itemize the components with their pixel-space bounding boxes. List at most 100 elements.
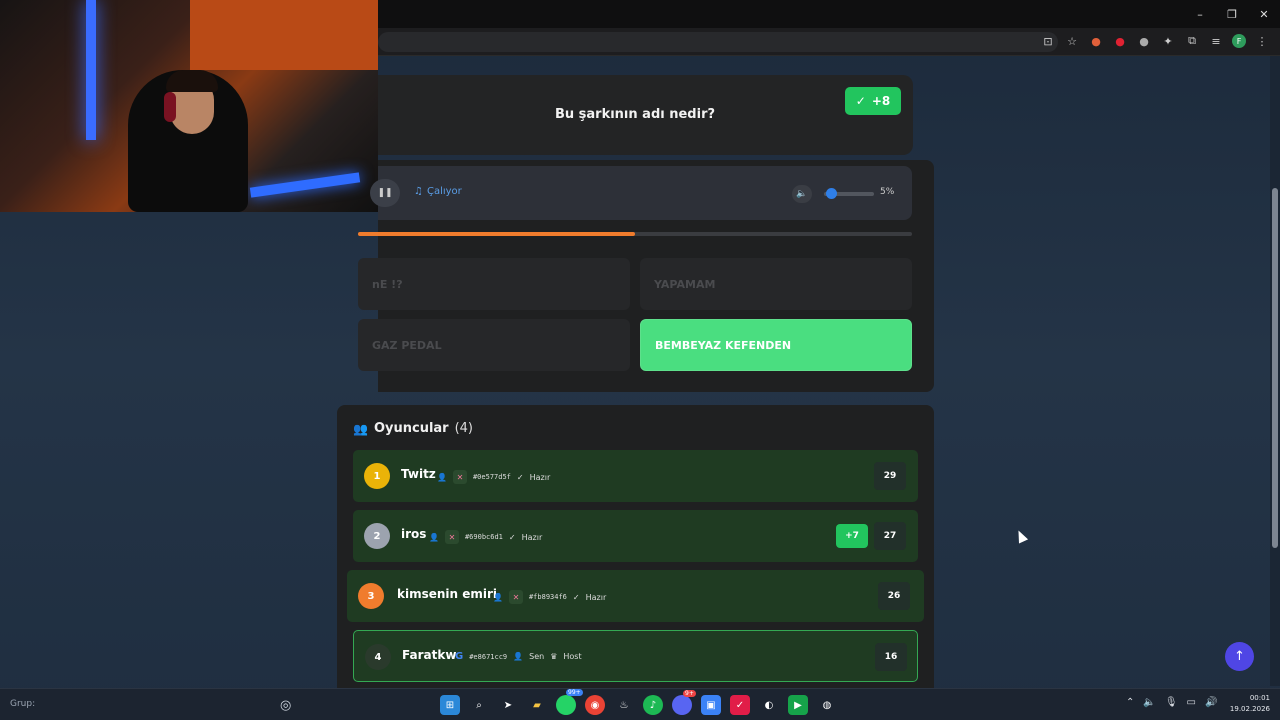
players-panel: 👥 Oyuncular (4) 1 Twitz 👤 ✕ #0e577d5f ✓ … — [337, 405, 934, 695]
user-icon: 👤 — [429, 532, 439, 542]
song-progress-bar — [358, 232, 912, 236]
player-status: Hazır — [521, 532, 543, 542]
player-row: 1 Twitz 👤 ✕ #0e577d5f ✓ Hazır 29 — [353, 450, 918, 502]
taskbar: Grup: ◎ ⊞ ⌕ ➤ ▰ 99+ ◉ ♨ ♪ 9+ ▣ ✓ ◐ ▶ ◍ ⌃… — [0, 688, 1280, 720]
chevron-up-icon[interactable]: ⌃ — [1126, 697, 1134, 708]
playing-status: ♫ Çalıyor — [414, 186, 462, 197]
player-name: Twitz — [401, 467, 436, 481]
fingerprint-icon[interactable]: ◎ — [280, 698, 291, 713]
answer-option-correct[interactable]: BEMBEYAZ KEFENDEN — [640, 319, 912, 371]
score-badge: ✓ +8 — [845, 87, 901, 115]
volume-icon[interactable]: 🔈 — [792, 185, 812, 203]
audio-player: ❚❚ ♫ Çalıyor 🔈 5% — [370, 166, 912, 220]
check-circle-icon: ✓ — [516, 472, 524, 482]
kick-user-icon[interactable]: ✕ — [508, 590, 523, 604]
discord-icon[interactable]: 9+ — [672, 690, 696, 715]
extension-icon[interactable]: ● — [1112, 32, 1128, 50]
profile-avatar[interactable]: F — [1232, 34, 1246, 48]
answer-option[interactable]: nE !? — [358, 258, 630, 310]
song-progress-fill — [358, 232, 635, 236]
player-id: #e8671cc9 — [469, 652, 508, 661]
player-id: #0e577d5f — [472, 473, 511, 481]
spotify-icon[interactable]: ♪ — [643, 695, 663, 715]
media-icon[interactable]: ≡ — [1208, 32, 1224, 50]
volume-percent: 5% — [880, 187, 895, 197]
extension-icon[interactable]: ● — [1088, 32, 1104, 50]
pause-icon: ❚❚ — [377, 188, 393, 198]
whatsapp-icon[interactable]: 99+ — [556, 689, 583, 715]
bookmark-star-icon[interactable]: ☆ — [1064, 32, 1080, 50]
user-icon: 👤 — [513, 652, 524, 661]
puzzle-icon[interactable]: ⧉ — [1184, 32, 1200, 50]
app-icon[interactable]: ◐ — [759, 695, 779, 715]
photos-icon[interactable]: ▣ — [701, 695, 721, 715]
system-tray: ⌃ 🔈 🎙 ▭ 🔊 — [1126, 697, 1217, 708]
app-icon[interactable]: ▶ — [788, 695, 808, 715]
rank-badge: 3 — [358, 583, 384, 609]
webcam-wall — [190, 0, 378, 70]
address-bar[interactable] — [378, 32, 1058, 52]
extension-icon[interactable]: ● — [1136, 32, 1152, 50]
kick-user-icon[interactable]: ✕ — [452, 470, 467, 484]
webcam-person-hair — [166, 70, 218, 92]
page-scrollbar[interactable] — [1270, 56, 1280, 686]
steam-icon[interactable]: ♨ — [614, 695, 634, 715]
check-icon: ✓ — [855, 94, 866, 108]
extension-icon[interactable]: ✦ — [1160, 32, 1176, 50]
chrome-icon[interactable]: ◉ — [585, 695, 605, 715]
answer-option[interactable]: GAZ PEDAL — [358, 319, 630, 371]
scrollbar-thumb[interactable] — [1272, 188, 1278, 548]
webcam-overlay — [0, 0, 378, 212]
webcam-led-strip — [249, 172, 361, 198]
game-panel: ❚❚ ♫ Çalıyor 🔈 5% nE !? YAPAMAM GAZ PEDA… — [358, 160, 934, 392]
rank-badge: 2 — [364, 523, 390, 549]
player-id: #690bc6d1 — [464, 533, 503, 541]
player-tags: 👤 ✕ #690bc6d1 ✓ Hazır — [429, 530, 542, 544]
score-value: +8 — [871, 94, 891, 108]
music-note-icon: ♫ — [414, 186, 423, 197]
start-icon[interactable]: ⊞ — [440, 695, 460, 715]
player-points: 16 — [875, 643, 907, 671]
player-status: Hazır — [529, 472, 551, 482]
kick-user-icon[interactable]: ✕ — [444, 530, 459, 544]
menu-icon[interactable]: ⋮ — [1254, 32, 1270, 50]
crown-icon: ♛ — [550, 652, 558, 661]
telegram-icon[interactable]: ➤ — [498, 695, 518, 715]
network-icon[interactable]: ▭ — [1187, 697, 1196, 708]
user-icon: 👤 — [493, 592, 503, 602]
volume-slider-handle[interactable] — [825, 188, 837, 199]
points-delta-badge: +7 — [836, 524, 868, 548]
volume-icon[interactable]: 🔊 — [1205, 697, 1217, 708]
file-explorer-icon[interactable]: ▰ — [527, 695, 547, 715]
rank-badge: 4 — [365, 644, 391, 670]
toolbar-icons: ⊡ ☆ ● ● ● ✦ ⧉ ≡ F ⋮ — [1040, 32, 1270, 50]
check-circle-icon: ✓ — [508, 532, 516, 542]
answer-option[interactable]: YAPAMAM — [640, 258, 912, 310]
search-icon[interactable]: ⌕ — [469, 695, 489, 715]
restore-icon[interactable]: ❐ — [1216, 0, 1248, 28]
pause-button[interactable]: ❚❚ — [370, 179, 400, 207]
speaker-icon[interactable]: 🔈 — [1143, 697, 1155, 708]
player-row-highlighted: 3 kimsenin emiri 👤 ✕ #fb8934f6 ✓ Hazır 2… — [347, 570, 924, 622]
taskbar-search-label[interactable]: Grup: — [10, 699, 35, 709]
system-clock[interactable]: 00:01 19.02.2026 — [1226, 693, 1270, 715]
scroll-to-top-button[interactable]: ↑ — [1225, 642, 1254, 671]
player-row: 2 iros 👤 ✕ #690bc6d1 ✓ Hazır +7 27 — [353, 510, 918, 562]
player-tags: 👤 ✕ #fb8934f6 ✓ Hazır — [493, 590, 606, 604]
install-app-icon[interactable]: ⊡ — [1040, 32, 1056, 50]
question-card: Bu şarkının adı nedir? ✓ +8 — [378, 75, 913, 155]
player-name: kimsenin emiri — [397, 587, 498, 601]
clock-time: 00:01 — [1249, 694, 1270, 702]
window-controls: – ❐ ✕ — [1184, 0, 1280, 28]
close-icon[interactable]: ✕ — [1248, 0, 1280, 28]
app-icon[interactable]: ✓ — [730, 695, 750, 715]
question-text: Bu şarkının adı nedir? — [554, 107, 716, 122]
users-icon: 👥 — [353, 421, 368, 436]
obs-icon[interactable]: ◍ — [817, 695, 837, 715]
players-title: Oyuncular — [373, 421, 449, 436]
minimize-icon[interactable]: – — [1184, 0, 1216, 28]
host-label: Host — [563, 652, 582, 661]
microphone-icon[interactable]: 🎙 — [1165, 697, 1178, 708]
you-label: Sen — [529, 652, 545, 661]
mouse-cursor — [1013, 528, 1029, 544]
